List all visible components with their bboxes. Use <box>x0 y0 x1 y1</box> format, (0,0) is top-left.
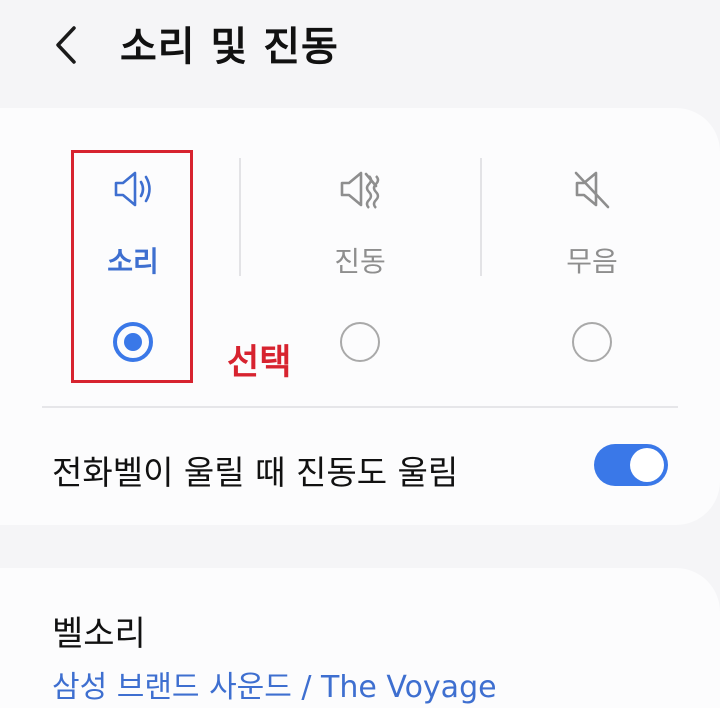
page-title: 소리 및 진동 <box>120 24 339 70</box>
mode-vibrate-radio[interactable] <box>340 322 380 362</box>
ringtone-value: 삼성 브랜드 사운드 / The Voyage <box>52 670 497 705</box>
back-button[interactable] <box>48 20 88 70</box>
mode-mute[interactable]: 무음 <box>507 152 677 382</box>
toggle-knob <box>630 448 664 482</box>
speaker-vibrate-icon <box>340 171 380 209</box>
header: 소리 및 진동 <box>0 0 720 90</box>
mode-mute-radio[interactable] <box>572 322 612 362</box>
mode-vibrate[interactable]: 진동 <box>275 152 445 382</box>
vibrate-while-ringing-toggle[interactable] <box>594 444 668 486</box>
vibrate-while-ringing-row[interactable]: 전화벨이 울릴 때 진동도 울림 <box>0 420 720 515</box>
vibrate-while-ringing-label: 전화벨이 울릴 때 진동도 울림 <box>52 453 459 492</box>
mode-vibrate-label: 진동 <box>334 245 386 278</box>
divider <box>42 406 678 408</box>
chevron-left-icon <box>56 26 76 64</box>
ringtone-title: 벨소리 <box>52 614 146 654</box>
speaker-mute-icon <box>574 171 610 209</box>
divider <box>239 158 241 276</box>
mode-mute-label: 무음 <box>566 245 618 278</box>
selection-highlight-box <box>71 150 193 383</box>
divider <box>480 158 482 276</box>
ringtone-row[interactable]: 벨소리 삼성 브랜드 사운드 / The Voyage <box>0 590 720 705</box>
selection-annotation: 선택 <box>227 343 292 383</box>
